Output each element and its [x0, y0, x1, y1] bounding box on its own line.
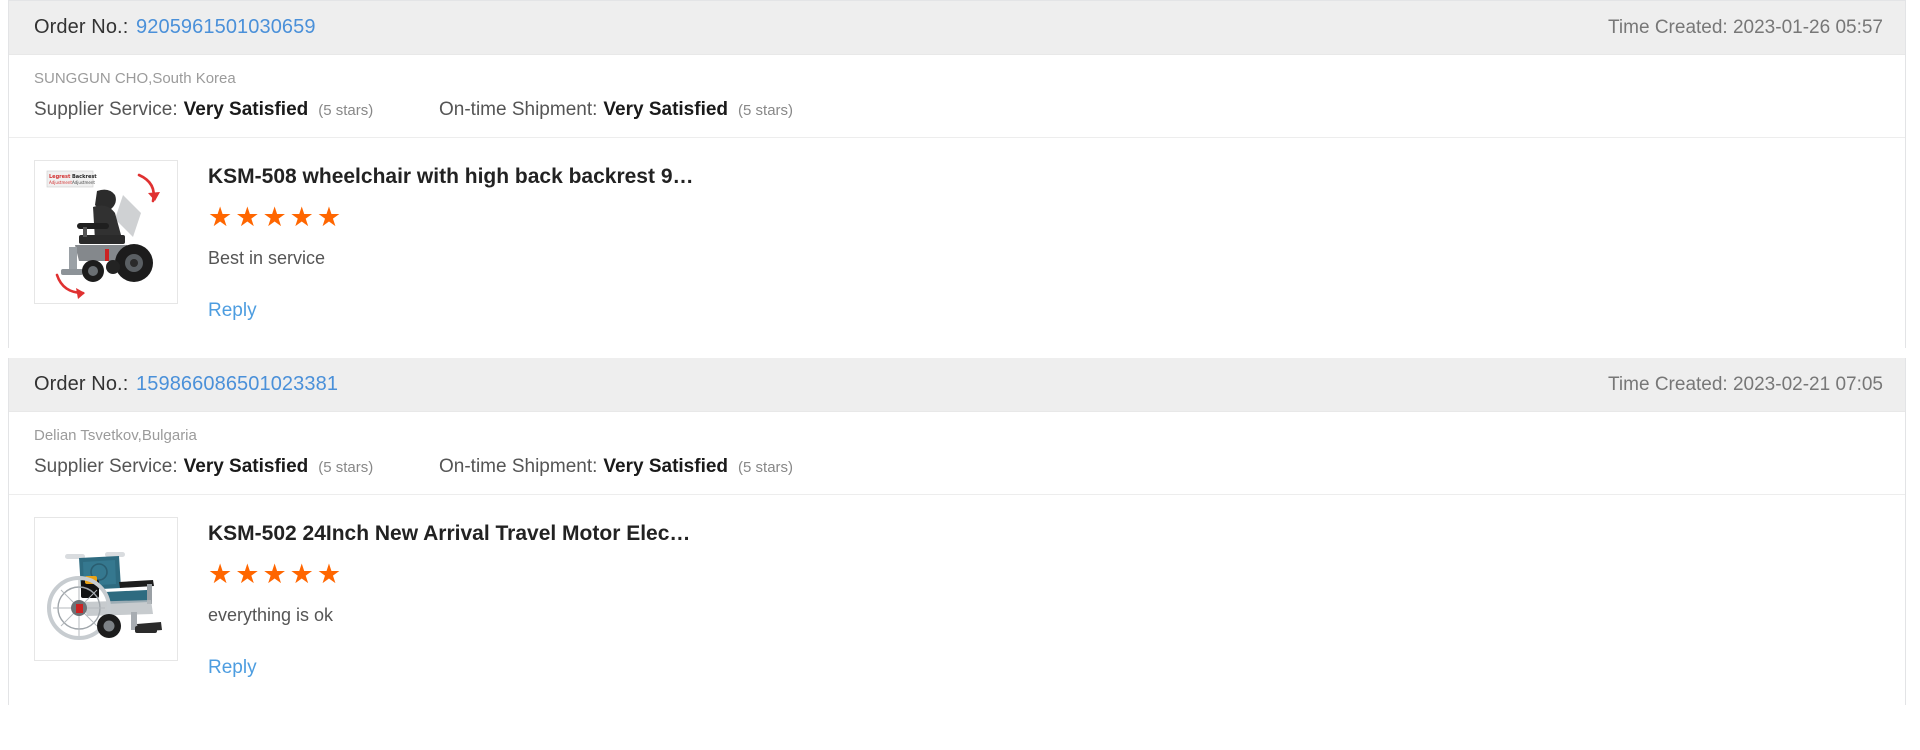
feedback-body: KSM-508 wheelchair with high back backre…	[208, 160, 1880, 322]
product-thumbnail[interactable]	[34, 517, 178, 661]
product-title[interactable]: KSM-502 24Inch New Arrival Travel Motor …	[208, 521, 708, 547]
time-created-label: Time Created:	[1608, 373, 1728, 395]
star-icon: ★	[235, 559, 263, 589]
rating-supplier-service: Supplier Service: Very Satisfied (5 star…	[34, 99, 439, 121]
star-icon: ★	[289, 202, 317, 232]
svg-text:Adjustment: Adjustment	[72, 180, 95, 185]
rating-stars: ★★★★★	[208, 561, 1880, 588]
reply-link[interactable]: Reply	[208, 657, 257, 679]
star-icon: ★	[208, 559, 236, 589]
supplier-service-value: Very Satisfied	[183, 456, 309, 477]
product-title[interactable]: KSM-508 wheelchair with high back backre…	[208, 164, 708, 190]
supplier-service-stars: (5 stars)	[318, 102, 374, 119]
review-comment: everything is ok	[208, 605, 334, 625]
rating-stars: ★★★★★	[208, 204, 1880, 231]
order-number: Order No.: 9205961501030659	[34, 16, 316, 39]
star-icon: ★	[316, 559, 345, 589]
buyer-ratings-block: Delian Tsvetkov,Bulgaria Supplier Servic…	[9, 412, 1905, 495]
buyer-name: SUNGGUN CHO,South Korea	[34, 70, 236, 87]
review-card: Order No.: 159866086501023381 Time Creat…	[8, 358, 1906, 705]
rating-on-time-shipment: On-time Shipment: Very Satisfied (5 star…	[439, 99, 793, 121]
star-icon: ★	[289, 559, 317, 589]
ratings-row: Supplier Service: Very Satisfied (5 star…	[34, 99, 1880, 121]
supplier-service-label: Supplier Service:	[34, 456, 178, 477]
star-icon: ★	[262, 559, 290, 589]
supplier-service-stars: (5 stars)	[318, 459, 374, 476]
order-header-bar: Order No.: 159866086501023381 Time Creat…	[9, 358, 1905, 412]
svg-text:Adjustment: Adjustment	[49, 180, 72, 185]
buyer-ratings-block: SUNGGUN CHO,South Korea Supplier Service…	[9, 55, 1905, 138]
star-icon: ★	[316, 202, 345, 232]
rating-on-time-shipment: On-time Shipment: Very Satisfied (5 star…	[439, 456, 793, 478]
order-number-label: Order No.:	[34, 373, 129, 395]
review-comment: Best in service	[208, 248, 326, 268]
feedback-review-list: Order No.: 9205961501030659 Time Created…	[0, 0, 1920, 750]
time-created: Time Created: 2023-01-26 05:57	[1608, 17, 1883, 39]
review-card: Order No.: 9205961501030659 Time Created…	[8, 0, 1906, 348]
on-time-shipment-stars: (5 stars)	[738, 102, 794, 119]
time-created-value: 2023-02-21 07:05	[1732, 373, 1883, 395]
star-icon: ★	[262, 202, 290, 232]
star-icon: ★	[235, 202, 263, 232]
on-time-shipment-stars: (5 stars)	[738, 459, 794, 476]
feedback-block: KSM-502 24Inch New Arrival Travel Motor …	[9, 495, 1905, 705]
supplier-service-value: Very Satisfied	[183, 99, 309, 120]
order-number-link[interactable]: 9205961501030659	[136, 16, 316, 38]
product-thumbnail[interactable]: Legrest Adjustment Backrest Adjustment	[34, 160, 178, 304]
on-time-shipment-value: Very Satisfied	[603, 99, 729, 120]
buyer-name: Delian Tsvetkov,Bulgaria	[34, 427, 197, 444]
feedback-body: KSM-502 24Inch New Arrival Travel Motor …	[208, 517, 1880, 679]
time-created-label: Time Created:	[1608, 16, 1728, 38]
section-gap	[0, 348, 1920, 358]
time-created: Time Created: 2023-02-21 07:05	[1608, 374, 1883, 396]
supplier-service-label: Supplier Service:	[34, 99, 178, 120]
on-time-shipment-value: Very Satisfied	[603, 456, 729, 477]
order-number: Order No.: 159866086501023381	[34, 373, 338, 396]
on-time-shipment-label: On-time Shipment:	[439, 99, 598, 120]
order-number-label: Order No.:	[34, 16, 129, 38]
star-icon: ★	[208, 202, 236, 232]
reply-link[interactable]: Reply	[208, 300, 257, 322]
ratings-row: Supplier Service: Very Satisfied (5 star…	[34, 456, 1880, 478]
order-number-link[interactable]: 159866086501023381	[136, 373, 338, 395]
time-created-value: 2023-01-26 05:57	[1732, 16, 1883, 38]
on-time-shipment-label: On-time Shipment:	[439, 456, 598, 477]
order-header-bar: Order No.: 9205961501030659 Time Created…	[9, 1, 1905, 55]
rating-supplier-service: Supplier Service: Very Satisfied (5 star…	[34, 456, 439, 478]
feedback-block: Legrest Adjustment Backrest Adjustment K…	[9, 138, 1905, 348]
